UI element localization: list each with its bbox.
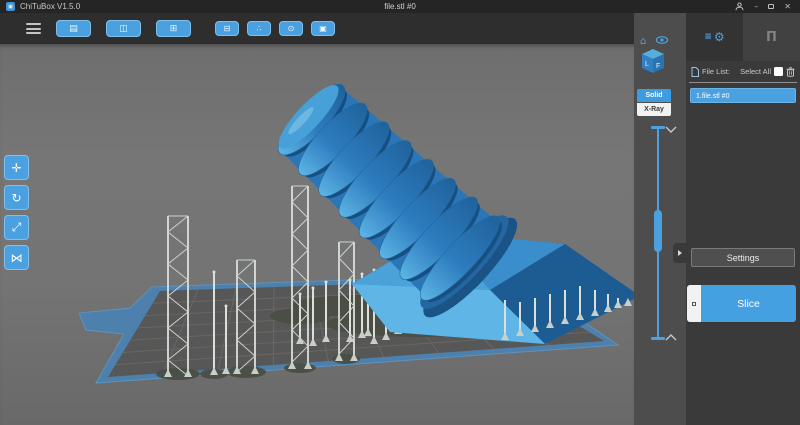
hollow-button[interactable]: ⊙ [279,21,303,36]
user-account-icon[interactable] [735,2,744,11]
clone-button[interactable]: ⊟ [215,21,239,36]
chevron-down-icon[interactable] [666,127,676,132]
mirror-button[interactable]: ⋈ [4,245,29,270]
app-logo-icon: ▣ [6,2,15,11]
slice-button[interactable]: Slice [701,285,796,322]
auto-support-button[interactable]: ∴ [247,21,271,36]
trash-icon[interactable] [786,67,795,77]
move-button[interactable]: ✛ [4,155,29,180]
maximize-button[interactable] [768,4,774,9]
support-pillar-icon: Π [766,30,777,45]
panel-tabs: ≡ ⚙ Π [686,13,800,61]
file-list-header: File List: Select All [686,61,800,82]
dig-hole-button[interactable]: ▣ [311,21,335,36]
file-icon [691,67,699,77]
arrange-button[interactable]: ⊞ [156,20,191,37]
divider [689,82,797,83]
chevron-up-icon[interactable] [666,335,676,340]
panel-collapse-button[interactable] [673,243,686,263]
select-all-checkbox[interactable] [774,67,783,76]
viewport-3d[interactable]: ✛ ↻ ⤢ ⋈ [0,44,634,425]
build-scene[interactable] [0,44,634,425]
right-triangle-icon [678,250,682,256]
minimize-button[interactable]: – [754,3,758,11]
gear-icon: ⚙ [714,30,725,44]
slice-options-toggle[interactable] [687,285,701,322]
settings-button[interactable]: Settings [691,248,795,267]
menu-button[interactable] [26,23,41,34]
transform-toolbar: ✛ ↻ ⤢ ⋈ [4,155,29,270]
scale-button[interactable]: ⤢ [4,215,29,240]
file-list-label: File List: [702,67,730,76]
tab-slice-settings[interactable]: ≡ ⚙ [686,13,743,61]
slider-handle[interactable] [654,210,662,252]
select-all-label: Select All [740,67,771,76]
slice-row: Slice [687,285,796,322]
open-file-button[interactable]: ▤ [56,20,91,37]
close-button[interactable]: ✕ [784,3,791,11]
tab-support[interactable]: Π [743,13,800,61]
rotate-button[interactable]: ↻ [4,185,29,210]
right-panel: ≡ ⚙ Π File List: Select All [686,13,800,425]
view-control-strip: ⌂ L F Solid X-Ray [634,13,686,425]
cross-section-slider[interactable] [634,13,686,425]
save-button[interactable]: ◫ [106,20,141,37]
app-name: ChiTuBox V1.5.0 [20,2,80,11]
title-bar: ▣ ChiTuBox V1.5.0 file.stl #0 – ✕ [0,0,800,13]
list-icon: ≡ [704,32,712,42]
file-list-item[interactable]: 1.file.stl #0 [690,88,796,103]
main-toolbar: ▤ ◫ ⊞ ⊟ ∴ ⊙ ▣ [0,13,634,44]
document-title: file.stl #0 [0,2,800,11]
